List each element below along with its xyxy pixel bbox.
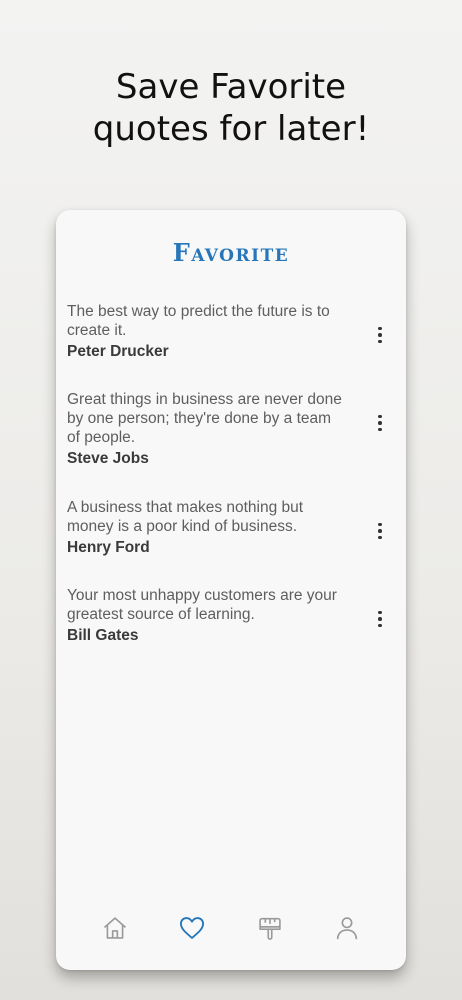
dot bbox=[378, 339, 382, 344]
nav-home[interactable] bbox=[95, 908, 135, 948]
quote-more-options-button[interactable] bbox=[372, 412, 388, 434]
dot bbox=[378, 522, 382, 527]
dot bbox=[378, 414, 382, 419]
quote-item: A business that makes nothing but money … bbox=[67, 498, 397, 558]
quote-more-options-button[interactable] bbox=[372, 520, 388, 542]
dot bbox=[378, 623, 382, 628]
dot bbox=[378, 617, 382, 621]
headline-line-1: Save Favorite bbox=[115, 67, 347, 107]
nav-themes[interactable] bbox=[250, 908, 290, 948]
quote-author: Bill Gates bbox=[67, 627, 139, 644]
dot bbox=[378, 333, 382, 337]
quote-item: The best way to predict the future is to… bbox=[67, 302, 397, 362]
dot bbox=[378, 326, 382, 331]
quote-item: Great things in business are never done … bbox=[67, 390, 397, 469]
home-icon bbox=[103, 917, 126, 939]
quote-more-options-button[interactable] bbox=[372, 608, 388, 630]
quote-text: Great things in business are never done … bbox=[67, 391, 342, 446]
bottom-navigation bbox=[56, 908, 406, 948]
user-icon bbox=[337, 917, 358, 940]
quote-item: Your most unhappy customers are your gre… bbox=[67, 586, 397, 646]
headline-line-2: quotes for later! bbox=[92, 109, 370, 149]
quote-more-options-button[interactable] bbox=[372, 324, 388, 346]
nav-favorites[interactable] bbox=[172, 908, 212, 948]
quote-author: Peter Drucker bbox=[67, 343, 169, 360]
dot bbox=[378, 421, 382, 425]
quote-author: Henry Ford bbox=[67, 539, 150, 556]
quote-text: Your most unhappy customers are your gre… bbox=[67, 587, 337, 623]
dot bbox=[378, 535, 382, 540]
promo-headline: Save Favorite quotes for later! bbox=[0, 66, 462, 150]
heart-icon bbox=[180, 917, 205, 939]
quote-author: Steve Jobs bbox=[67, 450, 149, 467]
dot bbox=[378, 610, 382, 615]
phone-screen: Favorite The best way to predict the fut… bbox=[56, 210, 406, 970]
dot bbox=[378, 529, 382, 533]
dot bbox=[378, 427, 382, 432]
paint-brush-icon bbox=[259, 917, 281, 940]
quote-text: A business that makes nothing but money … bbox=[67, 499, 304, 535]
quote-text: The best way to predict the future is to… bbox=[67, 303, 330, 339]
nav-profile[interactable] bbox=[327, 908, 367, 948]
page-title: Favorite bbox=[172, 238, 290, 267]
